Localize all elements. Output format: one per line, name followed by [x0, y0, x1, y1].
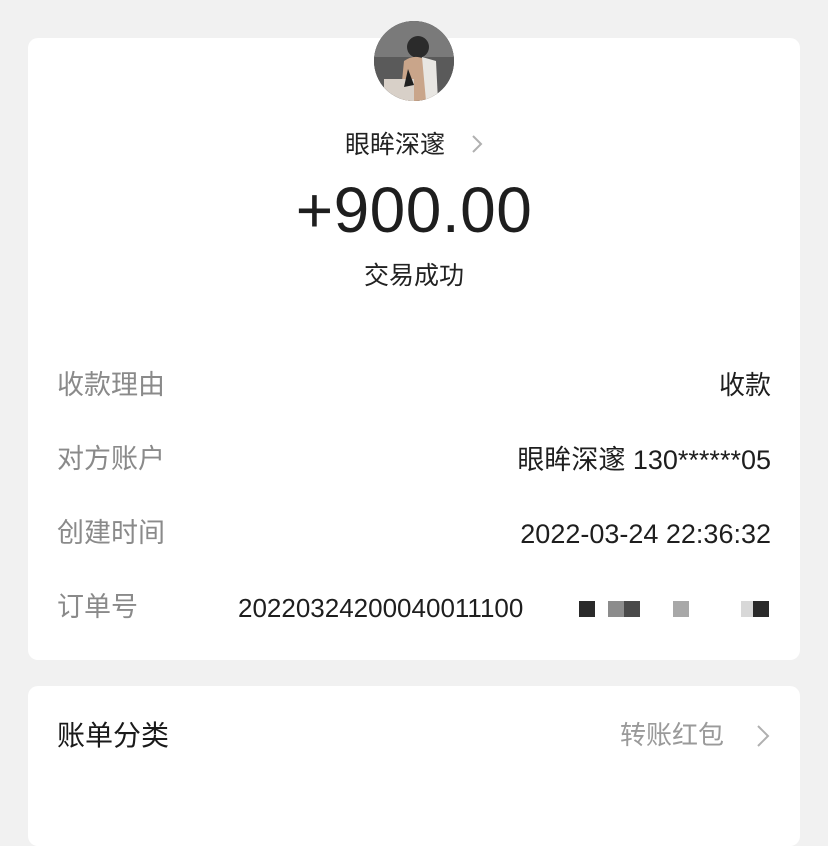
redaction-block: [753, 601, 769, 617]
chevron-right-icon: [471, 128, 483, 164]
detail-label: 对方账户: [57, 444, 165, 475]
detail-value: 收款: [718, 371, 771, 401]
category-value[interactable]: 转账红包: [620, 716, 724, 756]
category-label: 账单分类: [57, 719, 170, 752]
counterparty-name[interactable]: 眼眸深邃: [345, 130, 445, 159]
counterparty-row[interactable]: 眼眸深邃: [0, 127, 828, 164]
detail-row-account: 对方账户 眼眸深邃 130******05: [57, 440, 771, 480]
detail-label: 创建时间: [57, 518, 165, 549]
detail-value: 眼眸深邃 130******05: [517, 445, 771, 475]
avatar-image: [374, 21, 454, 101]
detail-row-created: 创建时间 2022-03-24 22:36:32: [57, 514, 771, 554]
transaction-amount: +900.00: [295, 174, 533, 246]
detail-label: 收款理由: [57, 370, 165, 401]
detail-value: 2022-03-24 22:36:32: [520, 519, 771, 549]
avatar[interactable]: [374, 21, 454, 101]
redaction-block: [579, 601, 595, 617]
redaction-block: [608, 601, 624, 617]
redaction-block: [673, 601, 689, 617]
order-number[interactable]: 20220324200040011100: [238, 588, 578, 628]
detail-row-order: 订单号 20220324200040011100: [57, 588, 771, 628]
detail-row-reason: 收款理由 收款: [57, 366, 771, 406]
redaction-block: [624, 601, 640, 617]
category-card[interactable]: [28, 686, 800, 846]
detail-label: 订单号: [57, 592, 138, 623]
transaction-status: 交易成功: [363, 261, 464, 290]
chevron-right-icon[interactable]: [756, 724, 770, 752]
